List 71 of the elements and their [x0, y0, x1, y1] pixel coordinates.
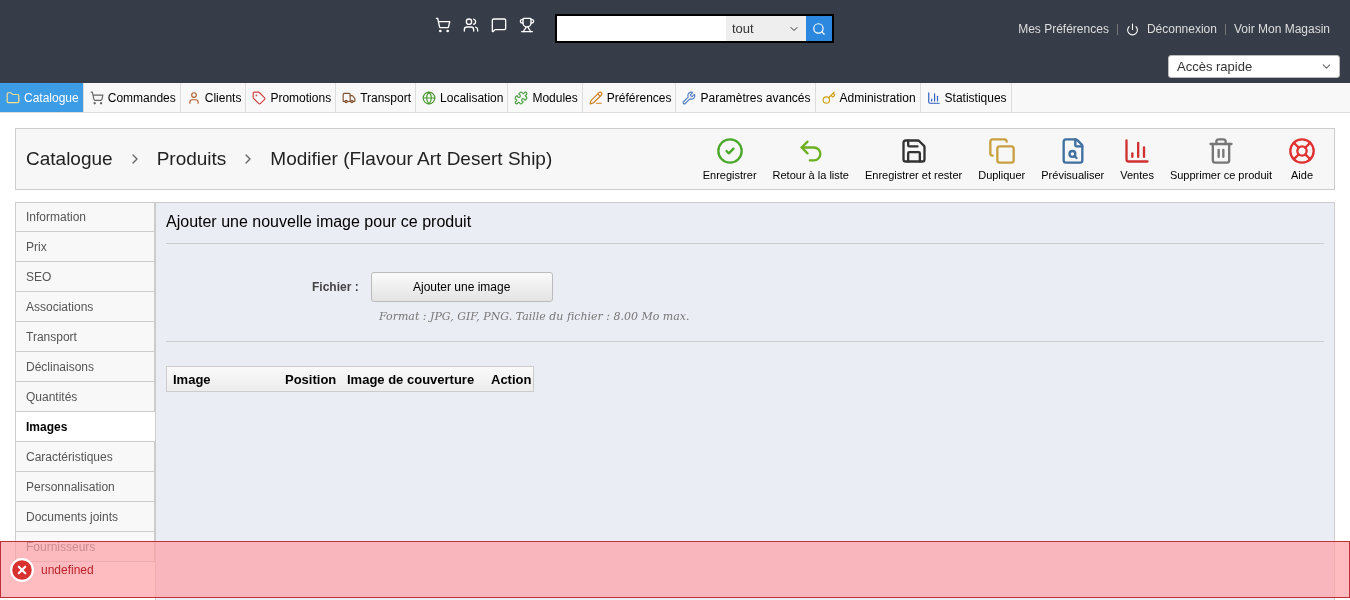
panel-title: Ajouter une nouvelle image pour ce produit: [166, 203, 1324, 244]
cart-icon: [89, 90, 104, 105]
chat-icon[interactable]: [491, 17, 507, 33]
toolbar-button[interactable]: Dupliquer: [970, 137, 1034, 181]
column-header: Image de couverture: [346, 371, 476, 387]
chart-icon: [926, 90, 941, 105]
error-icon: [9, 556, 35, 583]
breadcrumb-item[interactable]: Produits: [156, 148, 227, 170]
search-icon: [812, 21, 826, 36]
key-icon: [821, 90, 836, 105]
side-tab[interactable]: Documents joints: [15, 502, 155, 532]
nav-tab[interactable]: Administration: [815, 83, 921, 112]
wrench-icon: [682, 90, 697, 105]
pencil-icon: [588, 90, 603, 105]
error-message: undefined: [41, 562, 94, 577]
toolbar-button[interactable]: Supprimer ce produit: [1161, 137, 1280, 181]
search-button[interactable]: [806, 16, 832, 41]
nav-tab[interactable]: Préférences: [582, 83, 677, 112]
breadcrumb-item: Modifier (Flavour Art Desert Ship): [270, 148, 553, 170]
toolbar-button[interactable]: Retour à la liste: [764, 137, 857, 181]
nav-tab[interactable]: Promotions: [246, 83, 337, 112]
side-tab[interactable]: Déclinaisons: [15, 352, 155, 382]
toolbar-button[interactable]: Enregistrer et rester: [857, 137, 971, 181]
trash-icon: [1206, 137, 1235, 165]
side-tab[interactable]: Associations: [15, 292, 155, 322]
bar-chart-icon: [1123, 137, 1152, 165]
upload-button[interactable]: Ajouter une image: [370, 272, 553, 302]
copy-icon: [987, 137, 1016, 165]
header-link[interactable]: Déconnexion: [1146, 22, 1217, 36]
nav-tab[interactable]: Transport: [336, 83, 417, 112]
header-link[interactable]: Voir Mon Magasin: [1233, 22, 1330, 36]
toolbar-button[interactable]: Aide: [1280, 137, 1324, 181]
nav-tab[interactable]: Commandes: [83, 83, 181, 112]
nav-tab[interactable]: Modules: [508, 83, 583, 112]
scope-select[interactable]: tout: [726, 16, 806, 41]
power-icon: [1125, 22, 1139, 36]
tag-icon: [252, 90, 267, 105]
side-tab[interactable]: Transport: [15, 322, 155, 352]
lifebuoy-icon: [1288, 137, 1316, 165]
puzzle-icon: [514, 90, 529, 105]
toolbar-button[interactable]: Prévisualiser: [1033, 137, 1113, 181]
user-icon: [186, 90, 201, 105]
side-tab[interactable]: Caractéristiques: [15, 442, 155, 472]
column-header: Action: [490, 371, 533, 387]
side-tab[interactable]: Personnalisation: [15, 472, 155, 502]
search-field[interactable]: tout: [555, 14, 834, 43]
column-header: Image: [172, 371, 212, 387]
header-link[interactable]: Mes Préférences: [1018, 22, 1109, 36]
column-header: Position: [284, 371, 338, 387]
nav-tab[interactable]: Paramètres avancés: [676, 83, 816, 112]
side-tab[interactable]: Quantités: [15, 382, 155, 412]
cart-icon[interactable]: [435, 17, 451, 33]
breadcrumb-item[interactable]: Catalogue: [26, 148, 113, 170]
toolbar-button[interactable]: Ventes: [1112, 137, 1162, 181]
check-icon: [715, 137, 744, 165]
nav-tab[interactable]: Localisation: [416, 83, 509, 112]
side-tab[interactable]: Prix: [15, 232, 155, 262]
folder-icon: [6, 90, 20, 105]
file-hint: Format : JPG, GIF, PNG. Taille du fichier : 8.00 Mo max.: [379, 310, 691, 323]
toolbar-button[interactable]: Enregistrer: [694, 137, 765, 181]
trophy-icon[interactable]: [519, 17, 535, 33]
file-label: Fichier :: [312, 280, 359, 294]
side-tab[interactable]: Information: [15, 202, 155, 232]
truck-icon: [342, 90, 357, 105]
nav-tab[interactable]: Clients: [180, 83, 247, 112]
quick-access-select[interactable]: Accès rapide: [1168, 55, 1340, 78]
users-icon[interactable]: [463, 17, 479, 33]
globe-icon: [422, 90, 437, 105]
side-tab[interactable]: SEO: [15, 262, 155, 292]
nav-tab[interactable]: Statistiques: [920, 83, 1012, 112]
side-tab[interactable]: Images: [15, 412, 155, 442]
